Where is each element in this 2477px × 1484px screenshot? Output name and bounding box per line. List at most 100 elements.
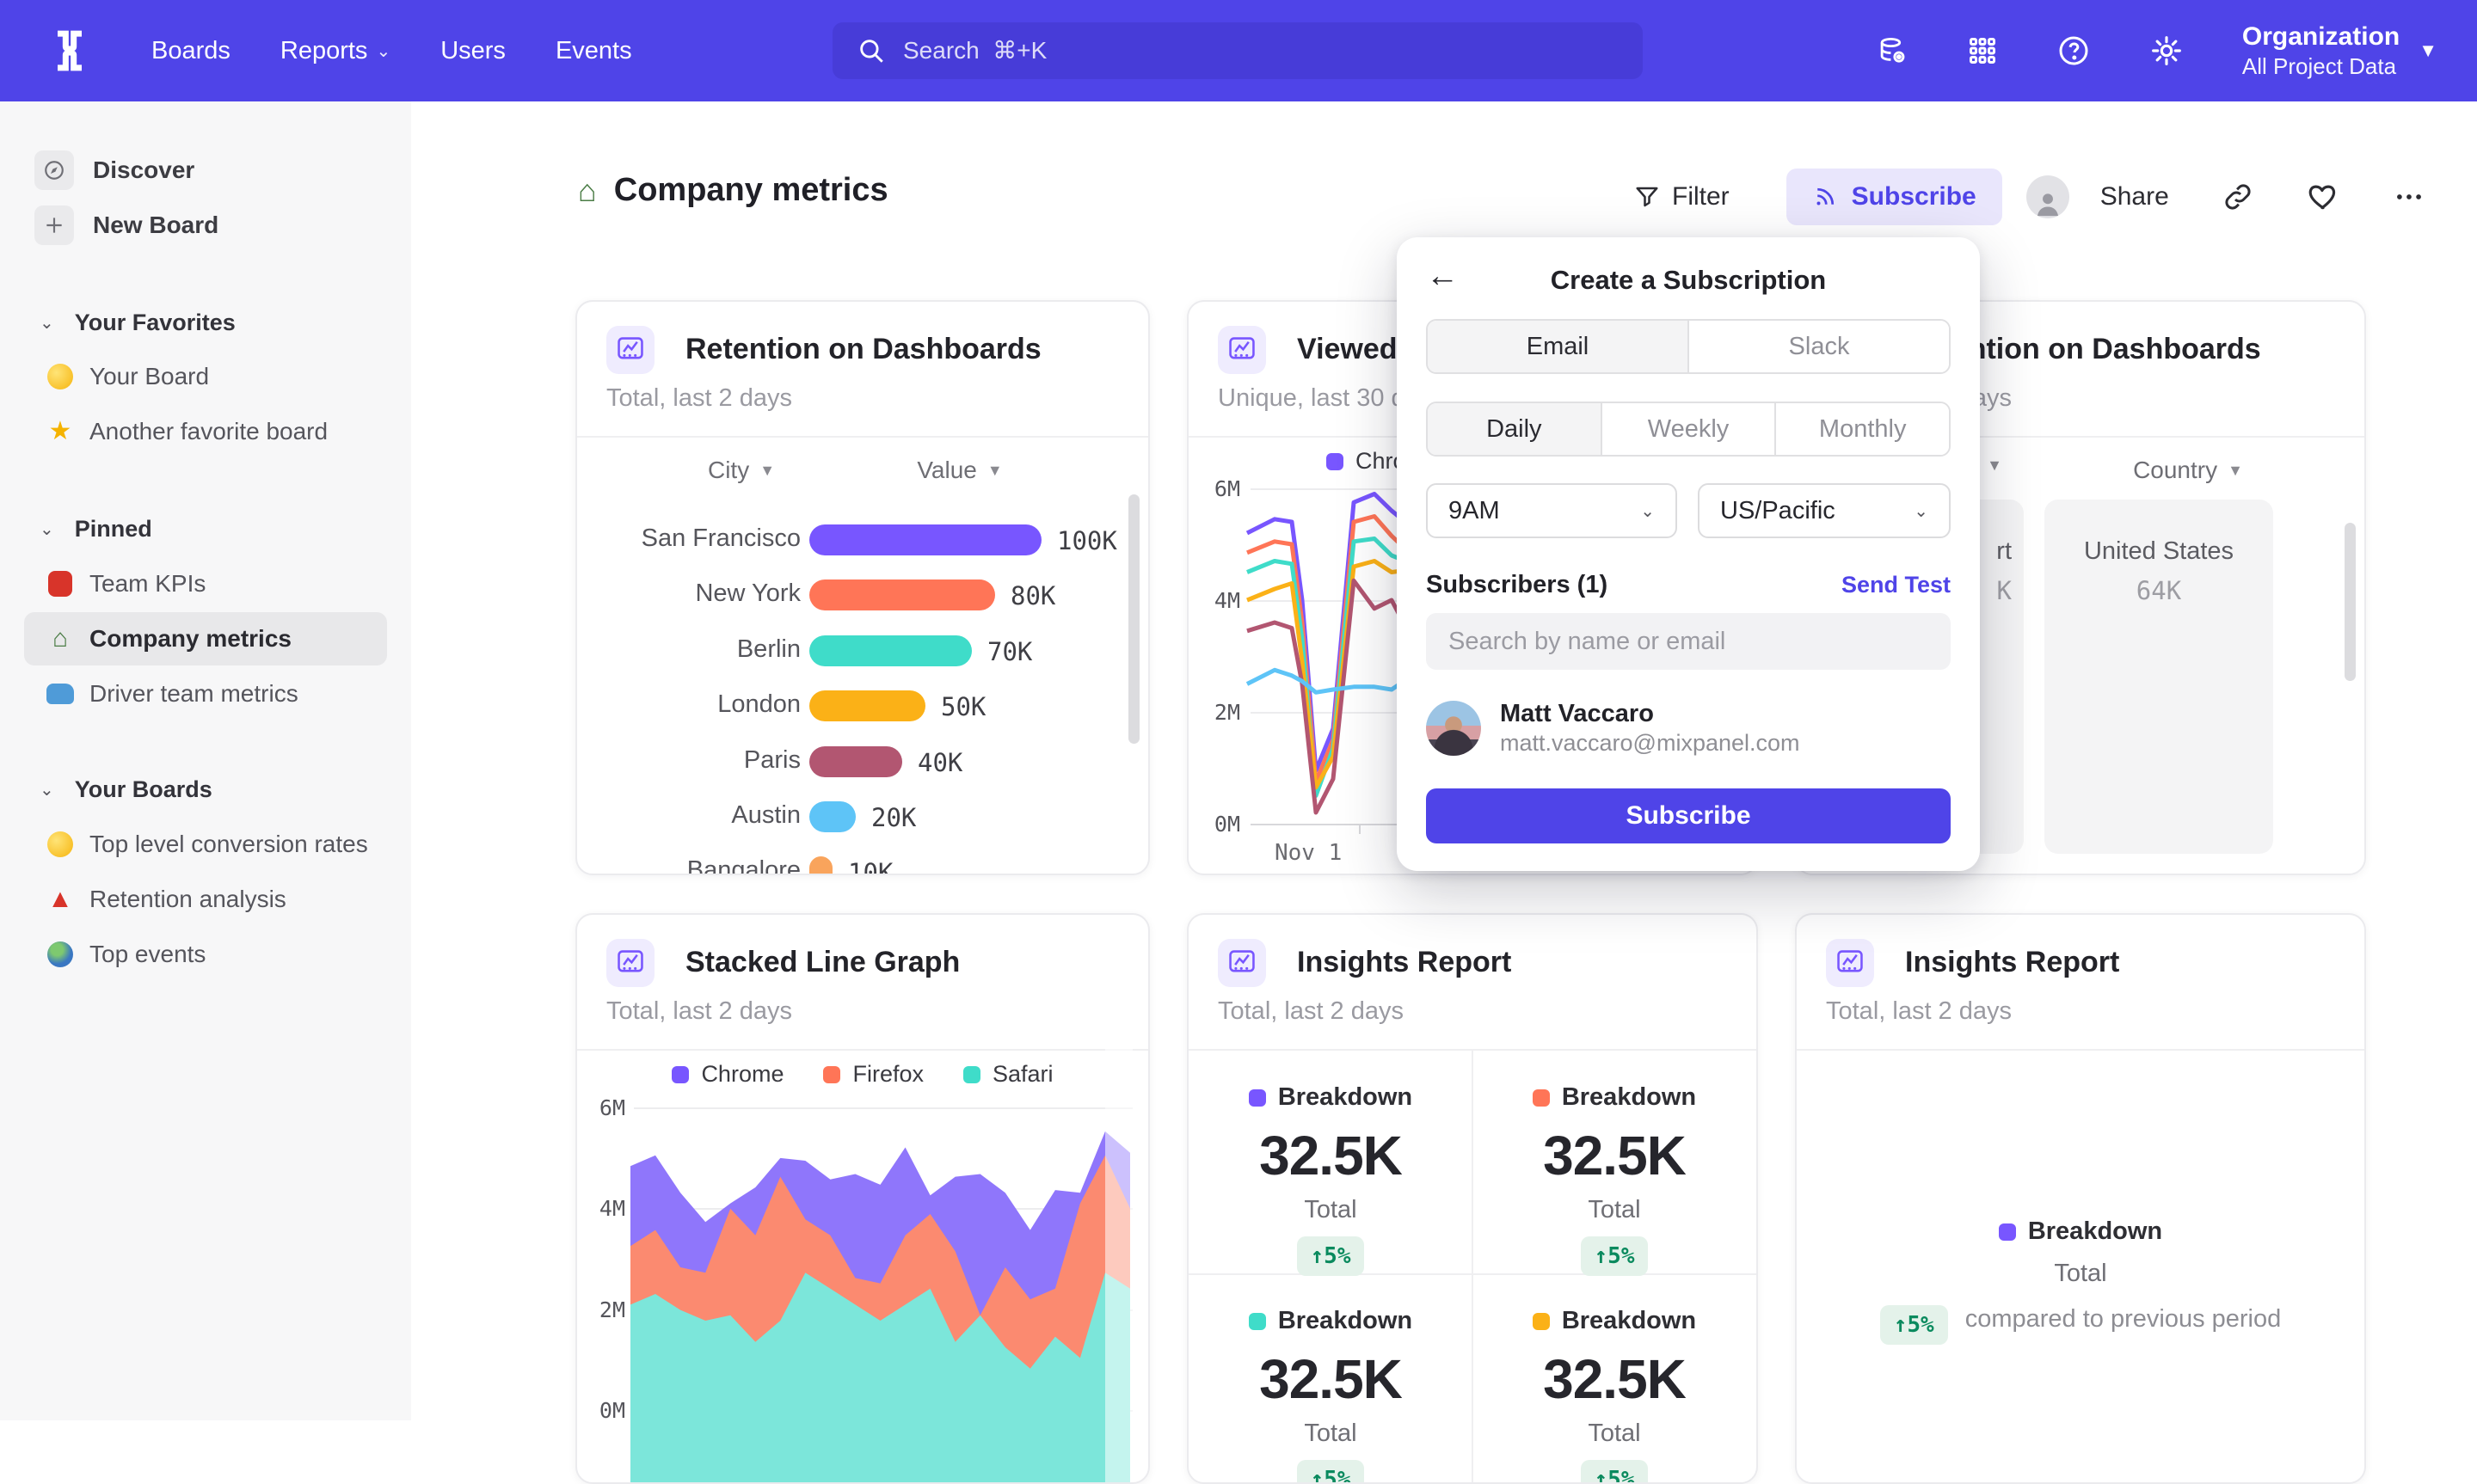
sidebar-item-label: Retention analysis: [89, 886, 286, 913]
nav-item-boards[interactable]: Boards: [151, 37, 230, 65]
search-input[interactable]: [901, 36, 1507, 65]
subscribe-button[interactable]: Subscribe: [1786, 169, 2002, 225]
card-subtitle: Total, last 2 days: [1826, 997, 2012, 1026]
star-icon: ★: [43, 419, 77, 445]
sidebar-item-new-board[interactable]: New Board: [0, 198, 411, 253]
chevron-down-icon: ⌄: [40, 779, 54, 800]
subscribers-label: Subscribers (1): [1426, 571, 1607, 599]
search-icon: [857, 36, 886, 65]
sidebar-section-your-boards[interactable]: ⌄ Your Boards: [0, 762, 411, 817]
table-row-bangalore[interactable]: Bangalore10K: [577, 848, 1148, 875]
table-row-austin[interactable]: Austin20K: [577, 793, 1148, 841]
sidebar-item-retention-analysis[interactable]: ▲Retention analysis: [24, 873, 387, 926]
tab-slack[interactable]: Slack: [1687, 321, 1949, 372]
column-header-value[interactable]: Value▼: [847, 457, 1073, 484]
subscriber-name: Matt Vaccaro: [1500, 698, 1800, 729]
frequency-tabs: DailyWeeklyMonthly: [1426, 402, 1951, 457]
table-row-paris[interactable]: Paris40K: [577, 738, 1148, 786]
tab-monthly[interactable]: Monthly: [1774, 403, 1949, 455]
column-header-hidden[interactable]: ▼: [1977, 457, 2012, 475]
time-select[interactable]: 9AM⌄: [1426, 483, 1677, 538]
table-row-london[interactable]: London50K: [577, 682, 1148, 730]
sidebar-item-another-favorite-board[interactable]: ★Another favorite board: [24, 405, 387, 458]
metric-total-label: Total: [1939, 1260, 2222, 1288]
more-options-icon[interactable]: [2393, 181, 2425, 213]
modal-subscribe-button[interactable]: Subscribe: [1426, 788, 1951, 843]
send-test-link[interactable]: Send Test: [1841, 572, 1951, 598]
scrollbar[interactable]: [1128, 494, 1140, 744]
sidebar-section-pinned[interactable]: ⌄Pinned: [0, 501, 411, 556]
section-title: Your Boards: [75, 776, 212, 803]
metric-breakdown-2: Breakdown32.5KTotal↑5%: [1189, 1307, 1472, 1484]
metric-legend: Breakdown: [1472, 1307, 1756, 1335]
tab-email[interactable]: Email: [1428, 321, 1687, 372]
report-chart-icon: [1218, 326, 1266, 374]
help-icon[interactable]: [2056, 34, 2091, 68]
metric-label: Breakdown: [1278, 1307, 1412, 1335]
house-icon: ⌂: [43, 626, 77, 652]
delta-badge: ↑5%: [1297, 1236, 1365, 1276]
sidebar-item-company-metrics[interactable]: ⌂Company metrics: [24, 612, 387, 665]
section-title: Your Favorites: [75, 310, 236, 336]
breakdown-cell-united-states[interactable]: United States 64K: [2044, 500, 2273, 854]
apps-grid-icon[interactable]: [1967, 35, 1998, 66]
delta-badge: ↑5%: [1581, 1236, 1649, 1276]
channel-tabs: EmailSlack: [1426, 319, 1951, 374]
subscriber-email: matt.vaccaro@mixpanel.com: [1500, 729, 1800, 757]
avatar[interactable]: [2026, 175, 2069, 218]
timezone-select[interactable]: US/Pacific⌄: [1698, 483, 1951, 538]
sidebar: DiscoverNew Board ⌄ Your Favorites Your Boa…: [0, 101, 411, 1420]
favorite-heart-icon[interactable]: [2307, 181, 2339, 213]
subscriber-search[interactable]: [1426, 613, 1951, 670]
nav-item-reports[interactable]: Reports⌄: [280, 37, 390, 65]
copy-link-icon[interactable]: [2222, 181, 2253, 212]
sidebar-item-discover[interactable]: Discover: [0, 143, 411, 198]
mixpanel-logo[interactable]: [41, 22, 98, 79]
table-row-san-francisco[interactable]: San Francisco100K: [577, 516, 1148, 564]
subscriber-avatar: [1426, 701, 1481, 756]
caret-down-icon: ▼: [2228, 462, 2243, 480]
sidebar-item-driver-team-metrics[interactable]: Driver team metrics: [24, 667, 387, 721]
row-value-label: 50K: [941, 692, 986, 721]
filter-button[interactable]: Filter: [1634, 182, 1730, 212]
tab-weekly[interactable]: Weekly: [1601, 403, 1775, 455]
row-value-label: 40K: [918, 748, 962, 777]
card-title: Insights Report: [1297, 946, 1511, 979]
nav-item-users[interactable]: Users: [440, 37, 506, 65]
tab-daily[interactable]: Daily: [1428, 403, 1601, 455]
chevron-down-icon: ⌄: [1640, 500, 1655, 522]
metric-value: 32.5K: [1472, 1124, 1756, 1187]
sidebar-item-top-events[interactable]: Top events: [24, 928, 387, 981]
table-row-new-york[interactable]: New York80K: [577, 571, 1148, 619]
scrollbar[interactable]: [2345, 523, 2356, 681]
subscriber-row[interactable]: Matt Vaccaro matt.vaccaro@mixpanel.com: [1426, 698, 1800, 757]
delta-badge: ↑5%: [1581, 1460, 1649, 1484]
share-button[interactable]: Share: [2100, 182, 2169, 212]
card-subtitle: Total, last 2 days: [606, 384, 792, 413]
row-city-label: San Francisco: [584, 524, 801, 553]
nav-item-label: Users: [440, 37, 506, 65]
card-stacked-line-graph: Stacked Line Graph Total, last 2 days Ch…: [575, 913, 1150, 1484]
table-row-berlin[interactable]: Berlin70K: [577, 627, 1148, 675]
cell-value: 64K: [2044, 576, 2273, 605]
nav-item-events[interactable]: Events: [556, 37, 632, 65]
sidebar-item-team-kpis[interactable]: Team KPIs: [24, 557, 387, 610]
sidebar-item-your-board[interactable]: Your Board: [24, 350, 387, 403]
rss-icon: [1812, 184, 1838, 210]
nav-search[interactable]: [833, 22, 1643, 79]
card-retention-on-dashboards: Retention on Dashboards Total, last 2 da…: [575, 300, 1150, 875]
column-header-country[interactable]: Country▼: [2081, 457, 2296, 484]
sidebar-item-label: Top events: [89, 941, 206, 968]
legend-swatch: [1533, 1313, 1550, 1330]
gear-icon[interactable]: [2149, 34, 2184, 68]
chevron-down-icon: ⌄: [40, 312, 54, 334]
org-switcher[interactable]: Organization All Project Data ▼: [2242, 21, 2437, 80]
legend-swatch: [1533, 1089, 1550, 1107]
sidebar-item-top-level-conversion-rates[interactable]: Top level conversion rates: [24, 818, 387, 871]
sidebar-section-your-favorites[interactable]: ⌄ Your Favorites: [0, 295, 411, 350]
row-value-label: 10K: [848, 858, 893, 875]
subscriber-search-input[interactable]: [1447, 627, 1930, 657]
data-management-icon[interactable]: [1876, 34, 1908, 67]
create-subscription-modal: ← Create a Subscription EmailSlack Daily…: [1397, 237, 1980, 871]
column-header-city[interactable]: City▼: [629, 457, 854, 484]
